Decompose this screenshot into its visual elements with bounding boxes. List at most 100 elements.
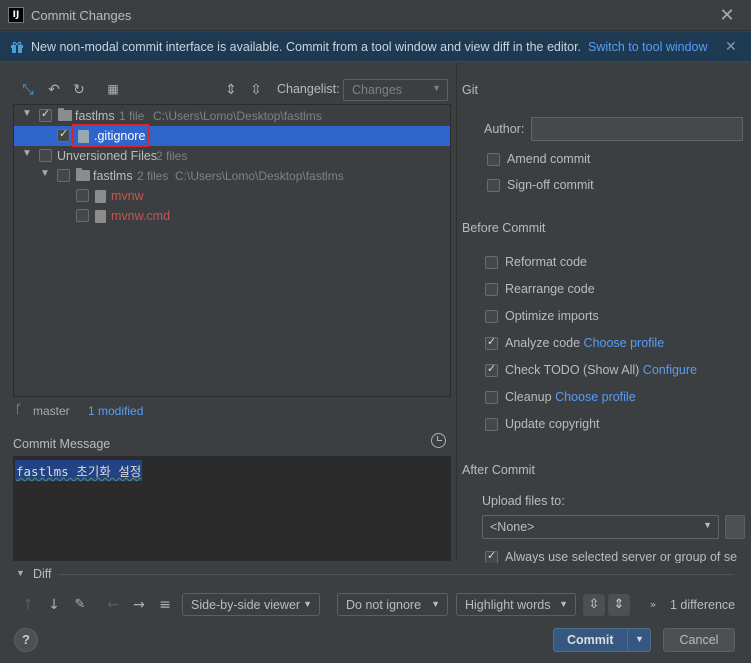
tree-label: mvnw.cmd — [111, 209, 171, 223]
before-commit-label: Optimize imports — [505, 309, 599, 323]
branch-icon: ᚴ — [15, 402, 23, 416]
fastlms-unversioned-checkbox[interactable] — [57, 169, 70, 182]
file-list-icon[interactable]: ≡ — [156, 596, 174, 614]
before-commit-checkbox[interactable] — [485, 310, 498, 323]
commit-split-divider — [627, 629, 628, 651]
banner-close-icon[interactable]: ✕ — [725, 38, 737, 55]
chevron-down-icon[interactable]: ▼ — [635, 634, 644, 644]
commit-button-label: Commit — [567, 633, 614, 647]
rollback-icon[interactable]: ↶ — [45, 80, 63, 98]
commit-button[interactable]: Commit ▼ — [553, 628, 651, 652]
branch-name[interactable]: master — [33, 404, 70, 418]
expand-all-icon[interactable]: ⇕ — [222, 80, 240, 98]
refresh-icon[interactable]: ↻ — [70, 80, 88, 98]
chevron-down-icon[interactable]: ▼ — [22, 148, 32, 159]
amend-checkbox[interactable] — [487, 153, 500, 166]
before-commit-checkbox[interactable] — [485, 391, 498, 404]
mvnw-checkbox[interactable] — [76, 189, 89, 202]
tree-row-mvnw-cmd[interactable]: mvnw.cmd — [14, 206, 450, 226]
collapse-unchanged-icon[interactable]: ⇳ — [583, 594, 605, 616]
gitignore-checkbox[interactable] — [57, 127, 70, 142]
diff-divider — [58, 574, 734, 575]
changelist-label: Changelist: — [277, 82, 340, 96]
notification-banner: New non-modal commit interface is availa… — [0, 32, 751, 62]
back-icon[interactable]: ← — [104, 596, 122, 614]
collapse-all-icon[interactable]: ⇳ — [247, 80, 265, 98]
intellij-icon: IJ — [8, 7, 24, 23]
file-count: 2 files — [156, 149, 188, 163]
previous-difference-icon[interactable]: ↑ — [19, 596, 37, 614]
tree-label: Unversioned Files — [57, 149, 158, 163]
option-link[interactable]: Choose profile — [555, 390, 636, 404]
chevron-down-icon: ▼ — [431, 599, 440, 609]
always-use-server-option[interactable]: Always use selected server or group of s… — [485, 549, 737, 563]
changelist-select[interactable]: Changes ▼ — [343, 79, 448, 101]
always-use-checkbox[interactable] — [485, 549, 498, 563]
help-button[interactable]: ? — [14, 628, 38, 652]
upload-server-select[interactable]: <None> ▼ — [482, 515, 719, 539]
ignore-select[interactable]: Do not ignore ▼ — [337, 593, 448, 616]
chevron-down-icon[interactable]: ▼ — [40, 168, 50, 179]
history-icon[interactable] — [431, 433, 446, 448]
tree-row-mvnw[interactable]: mvnw — [14, 186, 450, 206]
tree-row-fastlms-unversioned[interactable]: ▼ fastlms 2 files C:\Users\Lomo\Desktop\… — [14, 166, 450, 186]
next-difference-icon[interactable]: ↓ — [45, 596, 63, 614]
unversioned-checkbox[interactable] — [39, 149, 52, 162]
title-bar: IJ Commit Changes ✕ — [0, 0, 751, 31]
folder-path: C:\Users\Lomo\Desktop\fastlms — [175, 169, 344, 183]
commit-message-input[interactable]: fastlms 초기화 설정 — [13, 456, 451, 561]
chevron-down-icon[interactable]: ▼ — [16, 568, 25, 578]
changelist-value: Changes — [352, 83, 403, 97]
option-link[interactable]: Configure — [643, 363, 697, 377]
modified-count-link[interactable]: 1 modified — [88, 404, 143, 418]
ignore-value: Do not ignore — [346, 598, 422, 612]
signoff-checkbox[interactable] — [487, 179, 500, 192]
before-commit-checkbox[interactable] — [485, 335, 498, 350]
changes-tree[interactable]: ▼ fastlms 1 file C:\Users\Lomo\Desktop\f… — [13, 104, 451, 397]
before-commit-checkbox[interactable] — [485, 418, 498, 431]
option-text: Check TODO (Show All) — [505, 363, 640, 377]
folder-path: C:\Users\Lomo\Desktop\fastlms — [153, 109, 322, 123]
folder-icon — [58, 108, 72, 121]
edit-source-icon[interactable]: ✎ — [71, 596, 89, 614]
before-commit-label: Check TODO (Show All) Configure — [505, 363, 697, 377]
difference-count: 1 difference — [670, 598, 736, 612]
commit-message-text: fastlms 초기화 설정 — [15, 460, 143, 481]
mvnw-cmd-checkbox[interactable] — [76, 209, 89, 222]
close-icon[interactable]: ✕ — [716, 4, 738, 26]
chevron-down-icon: ▼ — [559, 599, 568, 609]
sync-scroll-icon[interactable]: ⇕ — [608, 594, 630, 616]
option-text: Reformat code — [505, 255, 587, 269]
chevron-down-icon[interactable]: ▼ — [22, 108, 32, 119]
before-commit-label: Rearrange code — [505, 282, 595, 296]
panel-divider[interactable] — [456, 62, 457, 562]
window-title: Commit Changes — [31, 8, 132, 23]
fastlms-checkbox[interactable] — [39, 107, 52, 122]
tree-label: fastlms — [93, 169, 133, 183]
show-diff-icon[interactable]: ⤡ — [19, 80, 37, 98]
author-input[interactable] — [531, 117, 743, 141]
option-text: Optimize imports — [505, 309, 599, 323]
viewer-select[interactable]: Side-by-side viewer ▼ — [182, 593, 320, 616]
diff-section-label: Diff — [33, 567, 52, 581]
before-commit-checkbox[interactable] — [485, 256, 498, 269]
signoff-label: Sign-off commit — [507, 178, 594, 192]
before-commit-checkbox[interactable] — [485, 362, 498, 377]
banner-text: New non-modal commit interface is availa… — [31, 40, 582, 54]
amend-label: Amend commit — [507, 152, 591, 166]
before-commit-checkbox[interactable] — [485, 283, 498, 296]
git-section-title: Git — [462, 83, 478, 97]
gift-icon — [11, 41, 23, 53]
switch-to-tool-window-link[interactable]: Switch to tool window — [588, 40, 708, 54]
tree-row-unversioned[interactable]: ▼ Unversioned Files 2 files — [14, 146, 450, 166]
more-icon[interactable]: » — [648, 596, 658, 614]
tree-row-fastlms[interactable]: ▼ fastlms 1 file C:\Users\Lomo\Desktop\f… — [14, 106, 450, 126]
option-link[interactable]: Choose profile — [584, 336, 665, 350]
group-by-icon[interactable]: ▦ — [104, 80, 122, 98]
forward-icon[interactable]: → — [130, 596, 148, 614]
cancel-button[interactable]: Cancel — [663, 628, 735, 652]
upload-files-label: Upload files to: — [482, 494, 565, 508]
before-commit-title: Before Commit — [462, 221, 546, 235]
upload-settings-button[interactable] — [725, 515, 745, 539]
highlight-select[interactable]: Highlight words ▼ — [456, 593, 576, 616]
